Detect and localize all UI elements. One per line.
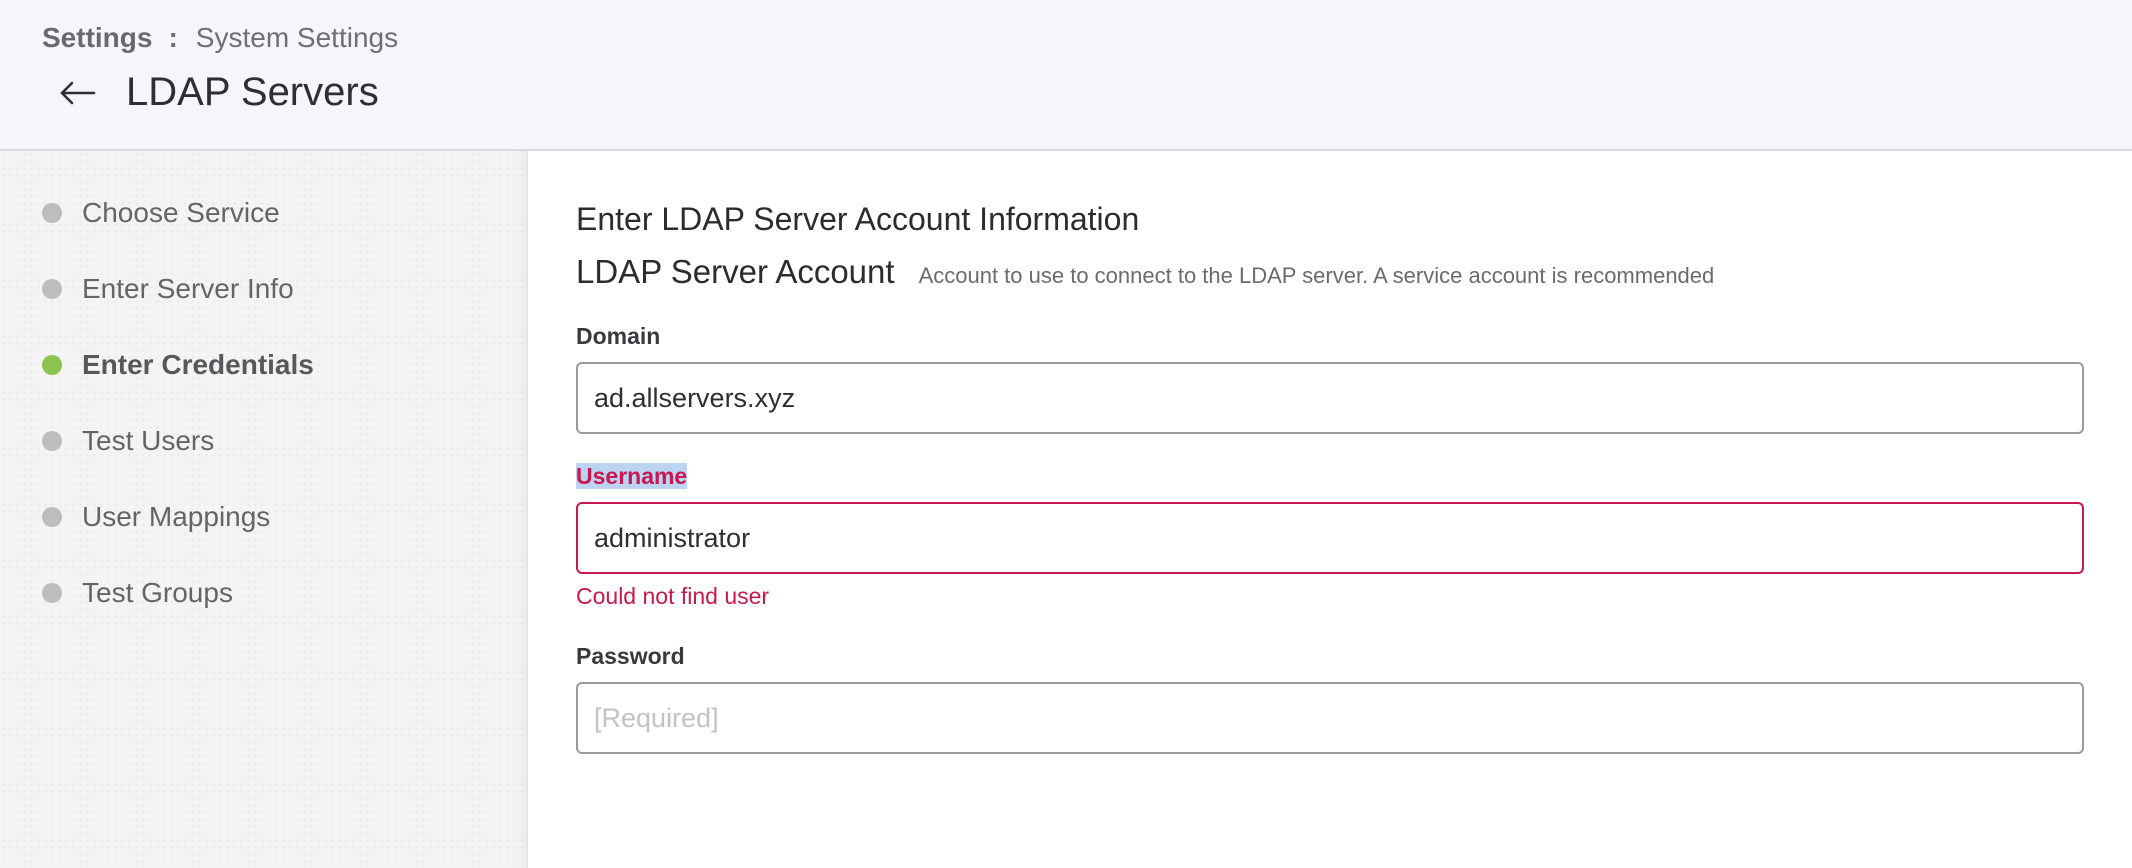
step-status-dot	[42, 431, 62, 451]
back-button[interactable]	[56, 71, 100, 115]
username-label: Username	[576, 463, 688, 490]
step-enter-server-info[interactable]: Enter Server Info	[42, 269, 294, 309]
username-input[interactable]	[576, 502, 2084, 574]
step-test-users[interactable]: Test Users	[42, 421, 214, 461]
step-label: Enter Server Info	[82, 273, 294, 304]
step-label: User Mappings	[82, 501, 271, 532]
step-test-groups[interactable]: Test Groups	[42, 573, 233, 613]
step-label: Enter Credentials	[82, 349, 314, 380]
account-description: Account to use to connect to the LDAP se…	[918, 263, 1715, 288]
step-enter-credentials[interactable]: Enter Credentials	[42, 345, 314, 385]
account-heading: LDAP Server Account Account to use to co…	[576, 253, 1714, 291]
section-title: Enter LDAP Server Account Information	[576, 201, 1140, 237]
step-user-mappings[interactable]: User Mappings	[42, 497, 270, 537]
breadcrumb-separator: :	[168, 22, 178, 53]
account-title: LDAP Server Account	[576, 253, 895, 290]
username-label-text: Username	[576, 463, 688, 489]
breadcrumb-settings-link[interactable]: Settings	[42, 22, 152, 54]
page-header: Settings : System Settings LDAP Servers	[0, 0, 2132, 151]
step-status-dot	[42, 203, 62, 223]
domain-label: Domain	[576, 323, 661, 349]
password-label: Password	[576, 643, 685, 669]
username-error-message: Could not find user	[576, 583, 770, 609]
breadcrumb-system-settings-link[interactable]: System Settings	[196, 22, 398, 54]
step-status-dot	[42, 583, 62, 603]
domain-input[interactable]	[576, 362, 2084, 434]
breadcrumb: Settings : System Settings	[42, 22, 398, 54]
step-status-dot	[42, 507, 62, 527]
password-input[interactable]	[576, 682, 2084, 754]
step-active-dot	[42, 355, 62, 375]
credentials-form: Enter LDAP Server Account Information LD…	[528, 151, 2132, 868]
step-label: Test Groups	[82, 577, 233, 608]
step-label: Test Users	[82, 425, 215, 456]
step-status-dot	[42, 279, 62, 299]
wizard-steps-sidebar: Choose Service Enter Server Info Enter C…	[0, 151, 528, 868]
page-title: LDAP Servers	[126, 70, 379, 114]
step-choose-service[interactable]: Choose Service	[42, 193, 280, 233]
step-label: Choose Service	[82, 197, 280, 228]
title-row: LDAP Servers	[56, 70, 379, 115]
arrow-left-icon	[60, 81, 96, 104]
